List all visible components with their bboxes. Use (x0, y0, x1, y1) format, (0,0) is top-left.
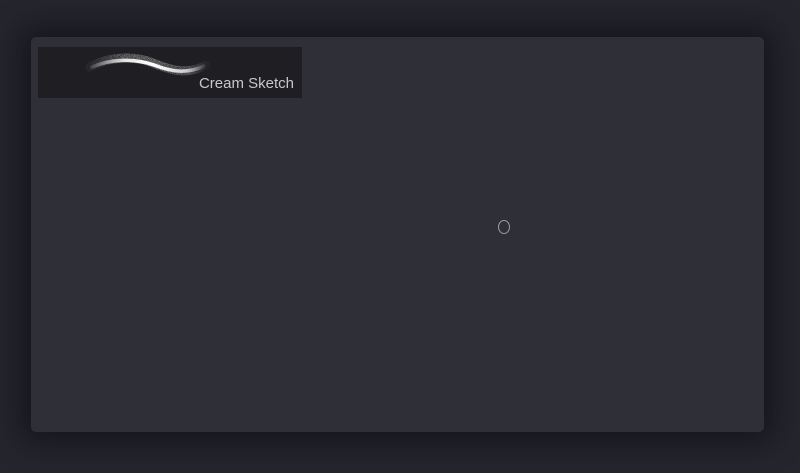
brush-item-cream-sketch[interactable]: Cream Sketch (38, 47, 302, 98)
brush-name-label: Cream Sketch (198, 75, 294, 92)
brush-library-panel: Cream Sketch (31, 37, 764, 432)
brush-cursor-icon (498, 220, 510, 234)
